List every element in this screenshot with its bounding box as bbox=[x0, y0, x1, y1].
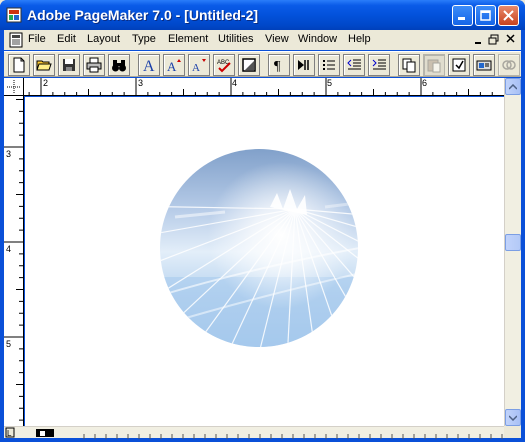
decrease-font-size-icon: A bbox=[192, 59, 206, 73]
horizontal-scrollbar[interactable] bbox=[4, 426, 504, 439]
svg-text:A: A bbox=[143, 58, 155, 73]
decrease-font-size-button[interactable]: A bbox=[188, 54, 210, 76]
circle-image-content bbox=[160, 149, 358, 347]
print-icon bbox=[86, 57, 102, 73]
minimize-button[interactable] bbox=[452, 5, 473, 26]
vertical-scrollbar[interactable] bbox=[504, 78, 521, 426]
bullets-button[interactable] bbox=[318, 54, 340, 76]
place-icon bbox=[452, 58, 466, 72]
title-bar[interactable]: Adobe PageMaker 7.0 - [Untitled-2] bbox=[0, 0, 525, 30]
text-wrap-button[interactable] bbox=[293, 54, 315, 76]
ruler-label-v3: 3 bbox=[6, 149, 12, 159]
export-button[interactable] bbox=[473, 54, 495, 76]
ruler-label-4: 4 bbox=[232, 78, 238, 88]
ruler-origin[interactable] bbox=[4, 78, 24, 96]
decrease-indent-button[interactable] bbox=[343, 54, 365, 76]
menu-help[interactable]: Help bbox=[348, 33, 371, 45]
master-pages-icon[interactable]: L bbox=[4, 426, 74, 438]
spelling-check-icon: ABC bbox=[217, 60, 231, 73]
new-document-icon bbox=[13, 57, 25, 73]
bullets-icon bbox=[323, 60, 335, 70]
ruler-label-v5: 5 bbox=[6, 339, 12, 349]
increase-font-size-button[interactable]: A bbox=[163, 54, 185, 76]
svg-text:L: L bbox=[7, 429, 12, 438]
menu-file[interactable]: File bbox=[28, 33, 46, 45]
show-pilcrow-button[interactable]: ¶ bbox=[268, 54, 290, 76]
menu-view[interactable]: View bbox=[265, 33, 289, 45]
doc-close-icon[interactable] bbox=[506, 34, 516, 44]
vertical-ruler-ticks bbox=[4, 99, 23, 421]
ruler-origin-icon bbox=[7, 80, 21, 94]
application-window: Adobe PageMaker 7.0 - [Untitled-2] File … bbox=[0, 0, 525, 442]
close-button[interactable] bbox=[498, 5, 519, 26]
doc-restore-icon[interactable] bbox=[488, 34, 499, 45]
paste-icon bbox=[427, 59, 441, 73]
save-disk-icon bbox=[63, 59, 75, 71]
export-icon bbox=[476, 60, 492, 71]
ruler-label-3: 3 bbox=[138, 78, 144, 88]
text-wrap-icon bbox=[298, 60, 309, 70]
place-button[interactable] bbox=[448, 54, 470, 76]
menu-bar: File Edit Layout Type Element Utilities … bbox=[4, 30, 521, 50]
vertical-ruler[interactable]: 3 4 5 bbox=[4, 96, 24, 426]
open-folder-icon bbox=[36, 60, 52, 71]
ruler-label-v4: 4 bbox=[6, 244, 12, 254]
menu-utilities[interactable]: Utilities bbox=[218, 33, 253, 45]
links-button[interactable] bbox=[498, 54, 520, 76]
print-button[interactable] bbox=[83, 54, 105, 76]
save-button[interactable] bbox=[58, 54, 80, 76]
pagemaker-app-icon[interactable] bbox=[6, 7, 22, 23]
maximize-icon bbox=[480, 10, 491, 21]
svg-text:A: A bbox=[192, 62, 200, 73]
new-document-button[interactable] bbox=[8, 54, 30, 76]
placed-circle-image[interactable] bbox=[25, 97, 504, 426]
scroll-up-button[interactable] bbox=[505, 78, 521, 95]
close-icon bbox=[503, 10, 514, 21]
svg-text:¶: ¶ bbox=[274, 59, 281, 73]
menu-layout[interactable]: Layout bbox=[87, 33, 120, 45]
paste-button[interactable] bbox=[423, 54, 445, 76]
copy-button[interactable] bbox=[398, 54, 420, 76]
horizontal-ruler[interactable]: 2 3 4 5 6 bbox=[24, 78, 504, 96]
character-format-button[interactable]: A bbox=[138, 54, 160, 76]
find-binoculars-icon bbox=[112, 60, 126, 72]
ruler-label-5: 5 bbox=[327, 78, 333, 88]
ruler-label-6: 6 bbox=[422, 78, 428, 88]
svg-text:A: A bbox=[167, 59, 177, 73]
horizontal-ruler-ticks bbox=[28, 78, 493, 95]
doc-minimize-icon[interactable] bbox=[474, 35, 484, 45]
maximize-button[interactable] bbox=[475, 5, 496, 26]
size-grip[interactable] bbox=[504, 426, 521, 438]
spelling-button[interactable]: ABC bbox=[213, 54, 235, 76]
chevron-down-icon bbox=[509, 414, 517, 421]
vertical-scroll-thumb[interactable] bbox=[505, 234, 521, 251]
pilcrow-icon: ¶ bbox=[274, 59, 281, 73]
character-format-icon: A bbox=[143, 58, 155, 73]
copy-icon bbox=[402, 58, 416, 73]
decrease-indent-icon bbox=[347, 59, 361, 70]
menu-element[interactable]: Element bbox=[168, 33, 208, 45]
horizontal-scroll-ticks bbox=[83, 434, 503, 439]
chevron-up-icon bbox=[509, 83, 517, 90]
fill-and-stroke-icon bbox=[242, 58, 256, 72]
fill-stroke-button[interactable] bbox=[238, 54, 260, 76]
main-toolbar: A A A ABC ¶ bbox=[4, 51, 521, 77]
links-icon bbox=[502, 60, 516, 70]
open-button[interactable] bbox=[33, 54, 55, 76]
page-canvas[interactable] bbox=[25, 97, 504, 426]
minimize-icon bbox=[458, 17, 465, 20]
menu-type[interactable]: Type bbox=[132, 33, 156, 45]
find-button[interactable] bbox=[108, 54, 130, 76]
menu-edit[interactable]: Edit bbox=[57, 33, 76, 45]
increase-indent-icon bbox=[372, 59, 386, 70]
increase-indent-button[interactable] bbox=[368, 54, 390, 76]
page-icons[interactable]: L bbox=[4, 426, 74, 438]
ruler-label-2: 2 bbox=[43, 78, 49, 88]
menu-window[interactable]: Window bbox=[298, 33, 337, 45]
increase-font-size-icon: A bbox=[167, 59, 181, 73]
window-title: Adobe PageMaker 7.0 - [Untitled-2] bbox=[27, 7, 259, 23]
scroll-down-button[interactable] bbox=[505, 409, 521, 426]
document-control-icon[interactable] bbox=[8, 32, 24, 48]
